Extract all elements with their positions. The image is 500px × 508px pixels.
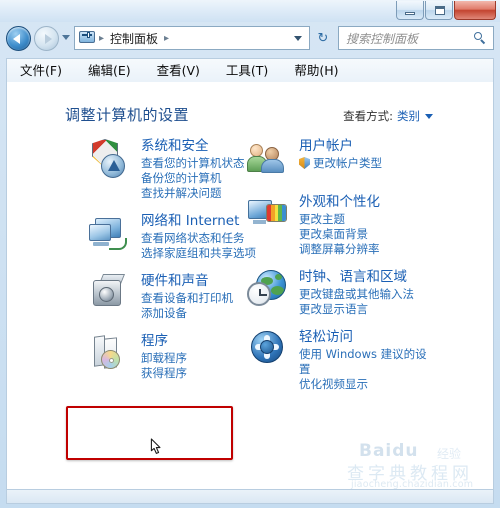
control-panel-icon [79,31,95,45]
link-view-devices-printers[interactable]: 查看设备和打印机 [141,291,259,306]
address-dropdown-icon[interactable] [294,35,302,41]
address-bar[interactable]: ▸ 控制面板 ▸ [74,26,310,50]
recent-pages-chevron-icon[interactable] [62,35,70,40]
chevron-down-icon[interactable] [425,114,433,119]
hardware-sound-icon [89,274,133,314]
search-input[interactable]: 搜索控制面板 [338,26,494,50]
back-button[interactable] [6,26,31,51]
breadcrumb-separator-icon: ▸ [99,32,105,44]
category-title[interactable]: 系统和安全 [141,138,259,155]
view-by-control[interactable]: 查看方式: 类别 [343,108,433,124]
category-column-right: 用户帐户 更改帐户类型 外观和个性化 更改主题 更改桌面背景 调整屏幕分辨率 时… [247,138,437,404]
link-homegroup-sharing-options[interactable]: 选择家庭组和共享选项 [141,246,259,261]
maximize-button[interactable] [425,1,453,20]
control-panel-window: ▸ 控制面板 ▸ ↻ 搜索控制面板 文件(F) 编辑(E) 查看(V) 工具(T… [0,0,500,508]
view-by-value[interactable]: 类别 [397,109,420,123]
link-windows-recommended-settings[interactable]: 使用 Windows 建议的设置 [299,347,437,377]
menu-item-file[interactable]: 文件(F) [7,60,75,82]
category-title[interactable]: 时钟、语言和区域 [299,269,437,286]
menu-item-view[interactable]: 查看(V) [144,60,213,82]
security-shield-icon [89,139,133,179]
menu-item-tools[interactable]: 工具(T) [213,60,281,82]
forward-button[interactable] [34,26,59,51]
category-system-and-security[interactable]: 系统和安全 查看您的计算机状态 备份您的计算机 查找并解决问题 [89,138,259,201]
watermark: Baidu 经验 查字典教程网 jiaocheng.chazidian.com [345,435,491,489]
link-view-network-status[interactable]: 查看网络状态和任务 [141,231,259,246]
category-clock-language-region[interactable]: 时钟、语言和区域 更改键盘或其他输入法 更改显示语言 [247,269,437,317]
link-label: 更改帐户类型 [313,156,382,170]
watermark-brand: Baidu [359,441,419,461]
category-title[interactable]: 硬件和声音 [141,273,259,290]
link-change-theme[interactable]: 更改主题 [299,212,437,227]
link-change-keyboard-input[interactable]: 更改键盘或其他输入法 [299,287,437,302]
breadcrumb-item-control-panel[interactable]: 控制面板 [108,30,160,47]
category-title[interactable]: 程序 [141,333,259,350]
menu-bar: 文件(F) 编辑(E) 查看(V) 工具(T) 帮助(H) [6,58,494,82]
network-internet-icon [89,214,133,254]
clock-language-region-icon [247,270,291,310]
breadcrumb-separator-icon-2[interactable]: ▸ [160,33,173,44]
appearance-personalization-icon [247,195,291,235]
search-placeholder: 搜索控制面板 [346,31,419,46]
category-hardware-and-sound[interactable]: 硬件和声音 查看设备和打印机 添加设备 [89,273,259,321]
minimize-button[interactable] [396,1,424,20]
category-appearance-and-personalization[interactable]: 外观和个性化 更改主题 更改桌面背景 调整屏幕分辨率 [247,194,437,257]
navigation-bar: ▸ 控制面板 ▸ ↻ 搜索控制面板 [0,22,500,56]
category-title[interactable]: 用户帐户 [299,138,437,155]
search-icon [474,32,486,45]
page-title: 调整计算机的设置 [65,106,190,124]
category-title[interactable]: 轻松访问 [299,329,437,346]
close-button[interactable] [454,1,496,20]
uac-shield-icon [299,157,310,169]
view-by-label: 查看方式: [343,109,393,123]
link-add-device[interactable]: 添加设备 [141,306,259,321]
category-user-accounts[interactable]: 用户帐户 更改帐户类型 [247,138,437,182]
back-arrow-icon [12,33,20,44]
link-find-fix-problems[interactable]: 查找并解决问题 [141,186,259,201]
link-backup-computer[interactable]: 备份您的计算机 [141,171,259,186]
user-accounts-icon [247,139,291,179]
category-title[interactable]: 外观和个性化 [299,194,437,211]
menu-item-edit[interactable]: 编辑(E) [75,60,144,82]
ease-of-access-icon [247,330,291,370]
link-change-account-type[interactable]: 更改帐户类型 [299,156,437,171]
category-programs[interactable]: 程序 卸载程序 获得程序 [89,333,259,381]
title-bar [0,0,500,22]
category-network-and-internet[interactable]: 网络和 Internet 查看网络状态和任务 选择家庭组和共享选项 [89,213,259,261]
category-title[interactable]: 网络和 Internet [141,213,259,230]
watermark-url: jiaocheng.chazidian.com [351,479,474,490]
mouse-cursor-icon [150,438,161,454]
window-controls [395,1,496,20]
content-area: 调整计算机的设置 查看方式: 类别 系统和安全 查看您的计算机状态 备份您的计算机… [6,82,494,490]
forward-arrow-icon [44,33,52,44]
link-check-computer-status[interactable]: 查看您的计算机状态 [141,156,259,171]
link-get-programs[interactable]: 获得程序 [141,366,259,381]
category-column-left: 系统和安全 查看您的计算机状态 备份您的计算机 查找并解决问题 网络和 Inte… [89,138,259,393]
menu-item-help[interactable]: 帮助(H) [281,60,351,82]
status-bar [6,490,494,504]
link-uninstall-program[interactable]: 卸载程序 [141,351,259,366]
link-change-desktop-background[interactable]: 更改桌面背景 [299,227,437,242]
link-adjust-screen-resolution[interactable]: 调整屏幕分辨率 [299,242,437,257]
link-optimize-visual-display[interactable]: 优化视频显示 [299,377,437,392]
link-change-display-language[interactable]: 更改显示语言 [299,302,437,317]
refresh-button[interactable]: ↻ [312,26,334,50]
category-ease-of-access[interactable]: 轻松访问 使用 Windows 建议的设置 优化视频显示 [247,329,437,392]
programs-icon [89,334,133,374]
